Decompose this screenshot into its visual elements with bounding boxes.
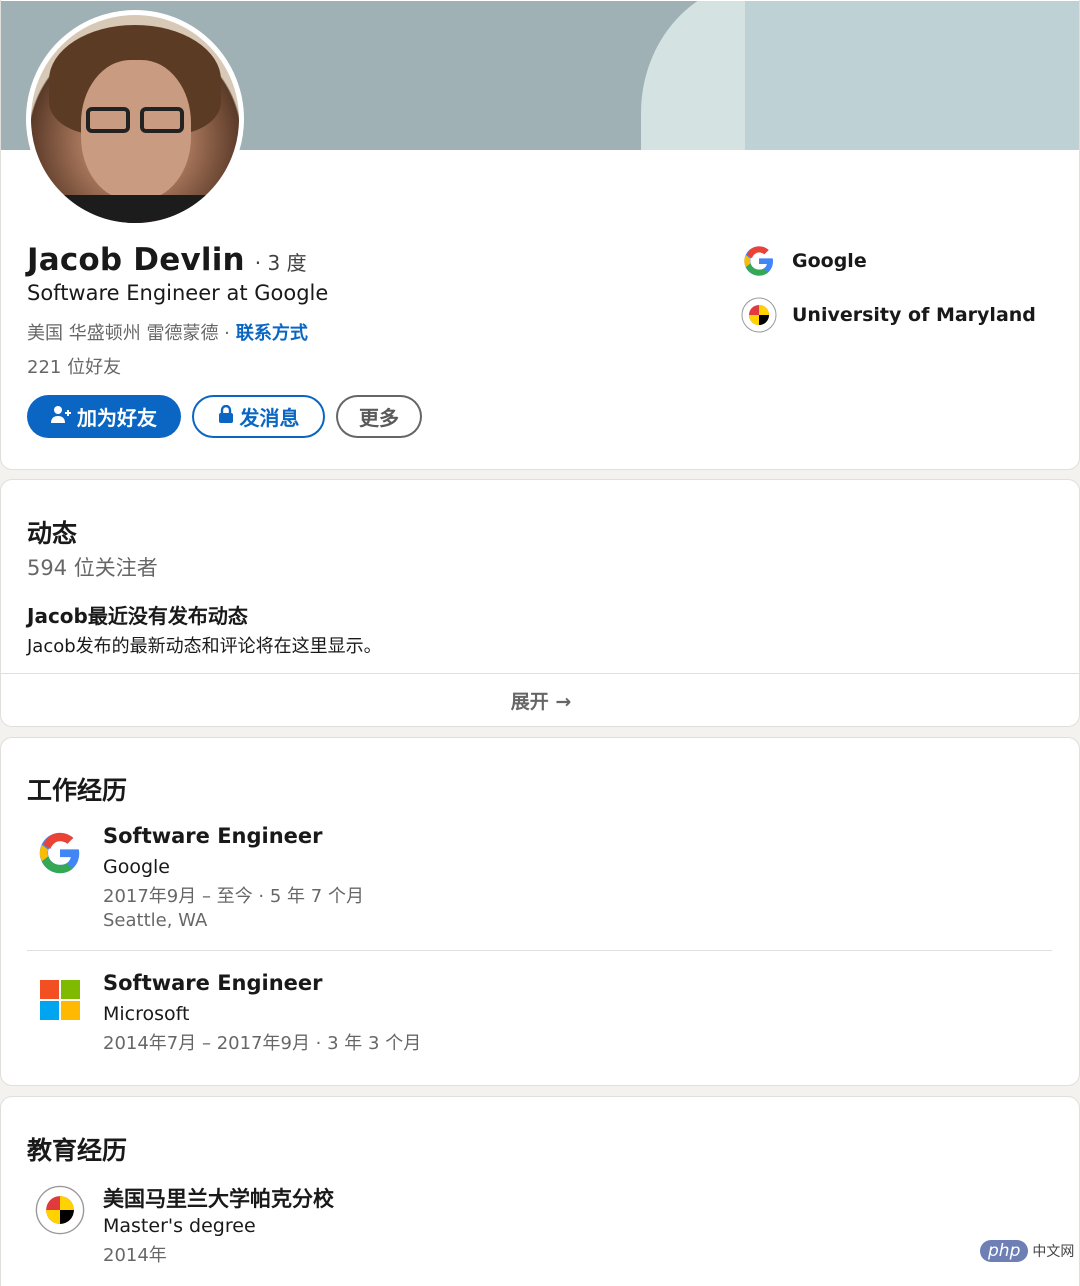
- connections-count[interactable]: 221 位好友: [27, 353, 121, 379]
- more-button-label: 更多: [359, 406, 399, 430]
- site-watermark: php 中文网: [980, 1240, 1074, 1262]
- experience-divider: [27, 950, 1052, 951]
- connect-button[interactable]: 加为好友: [27, 395, 181, 438]
- activity-title: 动态: [27, 519, 78, 548]
- microsoft-logo-icon: [35, 975, 85, 1025]
- activity-empty-description: Jacob发布的最新动态和评论将在这里显示。: [27, 636, 382, 657]
- education-section: 教育经历 美国马里兰大学帕克分校 Master's degree 2014年: [0, 1096, 1080, 1286]
- experience-company: Microsoft: [103, 1003, 190, 1025]
- current-company-link[interactable]: Google: [741, 243, 867, 279]
- experience-item[interactable]: Software Engineer Microsoft 2014年7月 – 20…: [27, 971, 1057, 1061]
- watermark-brand: php: [980, 1240, 1029, 1262]
- contact-info-link[interactable]: 联系方式: [236, 319, 308, 345]
- add-person-icon: [51, 405, 71, 428]
- profile-top-card: Jacob Devlin · 3 度 Software Engineer at …: [0, 0, 1080, 470]
- experience-title-text: Software Engineer: [103, 824, 323, 848]
- umd-seal-icon: [741, 297, 777, 333]
- profile-headline: Software Engineer at Google: [27, 281, 329, 305]
- experience-title: 工作经历: [27, 776, 128, 805]
- education-school: 美国马里兰大学帕克分校: [103, 1187, 334, 1211]
- school-name: University of Maryland: [792, 304, 1036, 326]
- profile-avatar[interactable]: [26, 10, 244, 228]
- google-logo-icon: [741, 243, 777, 279]
- connect-button-label: 加为好友: [77, 406, 157, 430]
- education-year: 2014年: [103, 1245, 167, 1266]
- education-title: 教育经历: [27, 1136, 128, 1165]
- current-company-name: Google: [792, 250, 867, 272]
- experience-dates: 2014年7月 – 2017年9月 · 3 年 3 个月: [103, 1033, 422, 1054]
- school-link[interactable]: University of Maryland: [741, 297, 1036, 333]
- location-row: 美国 华盛顿州 雷德蒙德 · 联系方式: [27, 319, 308, 345]
- lock-icon: [218, 404, 234, 428]
- education-item[interactable]: 美国马里兰大学帕克分校 Master's degree 2014年: [27, 1183, 1057, 1273]
- expand-activity-button[interactable]: 展开 →: [1, 674, 1080, 726]
- connection-degree: · 3 度: [254, 251, 307, 275]
- activity-empty-title: Jacob最近没有发布动态: [27, 604, 248, 628]
- activity-section: 动态 594 位关注者 Jacob最近没有发布动态 Jacob发布的最新动态和评…: [0, 479, 1080, 727]
- more-button[interactable]: 更多: [336, 395, 422, 438]
- umd-seal-icon: [35, 1185, 85, 1235]
- message-button[interactable]: 发消息: [192, 395, 325, 438]
- education-degree: Master's degree: [103, 1215, 256, 1237]
- experience-section: 工作经历 Software Engineer Google 2017年9月 – …: [0, 737, 1080, 1086]
- profile-location: 美国 华盛顿州 雷德蒙德 ·: [27, 323, 230, 344]
- profile-name: Jacob Devlin: [27, 242, 245, 278]
- experience-company: Google: [103, 856, 171, 878]
- experience-title-text: Software Engineer: [103, 971, 323, 995]
- watermark-site: 中文网: [1032, 1244, 1075, 1260]
- experience-location: Seattle, WA: [103, 910, 208, 931]
- message-button-label: 发消息: [239, 406, 300, 430]
- name-row: Jacob Devlin · 3 度: [27, 242, 307, 278]
- google-logo-icon: [35, 828, 85, 878]
- followers-count: 594 位关注者: [27, 556, 158, 580]
- experience-dates: 2017年9月 – 至今 · 5 年 7 个月: [103, 886, 364, 907]
- experience-item[interactable]: Software Engineer Google 2017年9月 – 至今 · …: [27, 824, 1057, 944]
